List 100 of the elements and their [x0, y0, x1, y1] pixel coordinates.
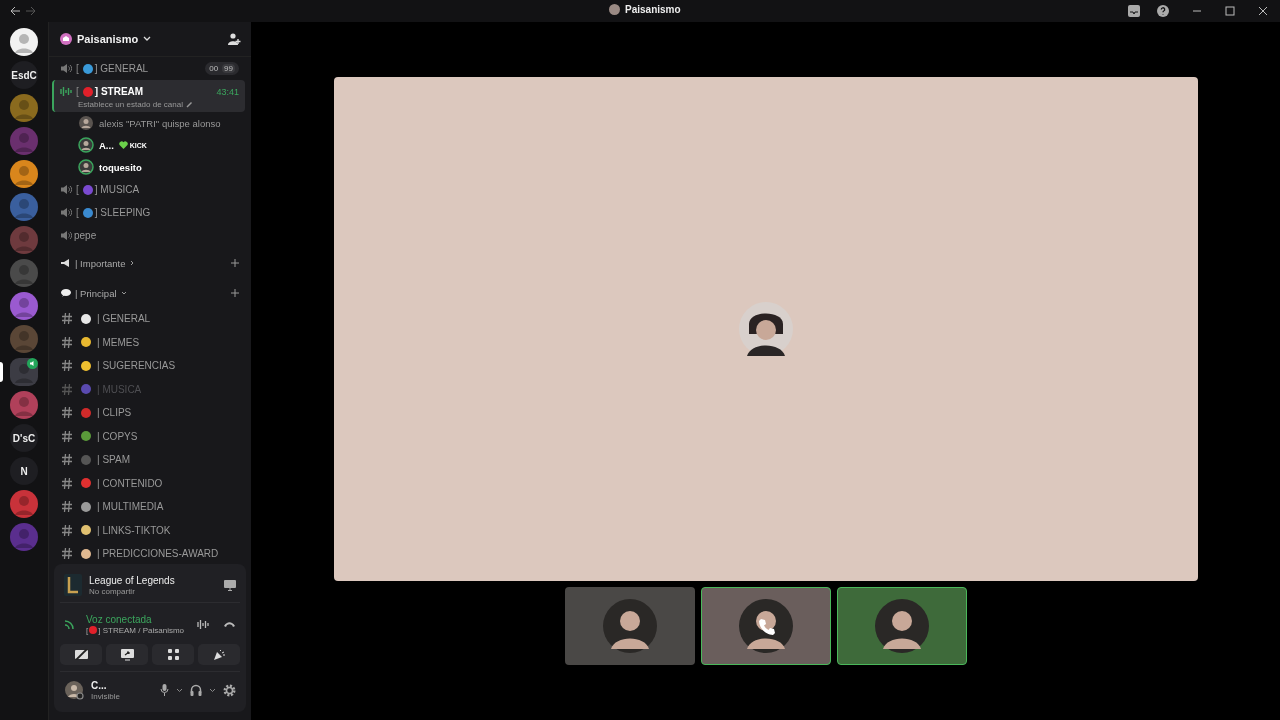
- bracket: [: [76, 207, 79, 218]
- chevron-down-icon[interactable]: [120, 290, 127, 296]
- camera-off-button[interactable]: [60, 644, 102, 665]
- soundboard-button[interactable]: [198, 644, 240, 665]
- voice-channel[interactable]: [ ] STREAM 43:41 Establece un estado de canal: [52, 80, 245, 112]
- avatar: [609, 4, 620, 15]
- help-icon[interactable]: [1157, 5, 1169, 17]
- channel-name: ] STREAM: [94, 86, 144, 97]
- member-name[interactable]: alexis "PATRI" quispe alonso: [99, 117, 221, 129]
- server-icon[interactable]: D'sC: [10, 424, 38, 452]
- text-channel[interactable]: | MULTIMEDIA: [49, 495, 251, 519]
- hash-icon: [62, 383, 72, 395]
- maximize-icon[interactable]: [1225, 6, 1235, 16]
- channel-name: ] MUSICA: [94, 184, 140, 195]
- settings-icon[interactable]: [223, 683, 236, 697]
- text-channel[interactable]: | SUGERENCIAS: [49, 354, 251, 378]
- game-icon: [64, 574, 82, 596]
- screen-share-button[interactable]: [106, 644, 148, 665]
- hash-icon: [62, 430, 72, 442]
- text-channel[interactable]: | GENERAL: [49, 307, 251, 331]
- channel-name: ] SLEEPING: [94, 207, 151, 218]
- elapsed-time: 43:41: [216, 86, 239, 97]
- participant-tile[interactable]: [836, 587, 967, 665]
- video-tile[interactable]: [333, 77, 1198, 581]
- pencil-icon[interactable]: [185, 101, 193, 108]
- category-name[interactable]: | Principal: [75, 287, 117, 299]
- voice-status[interactable]: Voz conectada: [86, 613, 185, 625]
- soundboard-icon: [213, 648, 225, 661]
- user-limit: 00 99: [205, 62, 239, 75]
- game-name: League of Legends: [89, 574, 175, 586]
- voice-channel[interactable]: [ ] GENERAL 00 99: [54, 57, 245, 80]
- hash-icon: [62, 548, 72, 560]
- voice-channel-path[interactable]: ] STREAM / Paisanismo: [98, 625, 185, 635]
- avatar: [738, 599, 793, 653]
- hash-icon: [62, 501, 72, 513]
- connection-icon: [64, 618, 76, 630]
- back-forward-icon[interactable]: [10, 6, 36, 16]
- bracket: [: [86, 625, 89, 635]
- headphones-icon[interactable]: [190, 684, 202, 696]
- participant-tile[interactable]: [700, 587, 831, 665]
- screen-share-icon[interactable]: [224, 579, 236, 591]
- text-channel[interactable]: | MEMES: [49, 330, 251, 354]
- hash-icon: [62, 313, 72, 325]
- text-channel[interactable]: | CLIPS: [49, 401, 251, 425]
- speaker-icon: [60, 63, 72, 74]
- hash-icon: [62, 454, 72, 466]
- voice-channel[interactable]: [ ] SLEEPING: [54, 201, 245, 224]
- speech-bubble-icon: [61, 289, 71, 297]
- channel-name: ] GENERAL: [94, 63, 149, 74]
- user-name: C...: [91, 679, 108, 691]
- microphone-icon[interactable]: [160, 684, 169, 696]
- server-icon[interactable]: [10, 358, 38, 386]
- hash-icon: [62, 407, 72, 419]
- hash-icon: [62, 336, 72, 348]
- server-badge-icon: [60, 33, 72, 45]
- hash-icon: [62, 477, 72, 489]
- add-member-icon[interactable]: [228, 33, 241, 45]
- close-icon[interactable]: [1258, 6, 1268, 16]
- speaker-icon: [60, 207, 72, 218]
- channel-status[interactable]: Establece un estado de canal: [78, 100, 183, 109]
- participant-tile[interactable]: [564, 587, 695, 665]
- heart-icon: [118, 141, 128, 149]
- text-channel[interactable]: | PREDICCIONES-AWARD: [49, 542, 251, 566]
- category-name[interactable]: | Importante: [75, 257, 126, 269]
- avatar: [874, 599, 929, 653]
- member-name[interactable]: A...: [99, 139, 114, 151]
- window-title: Paisanismo: [625, 4, 681, 15]
- text-channel[interactable]: | COPYS: [49, 424, 251, 448]
- hang-up-icon[interactable]: [223, 620, 236, 628]
- bracket: [: [76, 184, 79, 195]
- text-channel[interactable]: | SPAM: [49, 448, 251, 472]
- soundwave-icon[interactable]: [197, 618, 209, 630]
- soundwave-icon: [60, 86, 72, 97]
- text-channel[interactable]: | CONTENIDO: [49, 471, 251, 495]
- screen-share-icon: [120, 648, 134, 661]
- bracket: [: [76, 86, 79, 97]
- server-icon[interactable]: [10, 160, 38, 188]
- bracket: [: [76, 63, 79, 74]
- avatar: [602, 599, 657, 653]
- activities-button[interactable]: [152, 644, 194, 665]
- text-channel[interactable]: | LINKS-TIKTOK: [49, 518, 251, 542]
- user-status: Invisible: [91, 691, 120, 701]
- server-icon[interactable]: N: [10, 457, 38, 485]
- inbox-icon[interactable]: [1128, 5, 1140, 17]
- emoji-icon: [89, 626, 98, 634]
- speaker-icon: [60, 230, 72, 241]
- chevron-right-icon[interactable]: [129, 260, 135, 266]
- server-icon[interactable]: [10, 28, 38, 56]
- hash-icon: [62, 524, 72, 536]
- avatar: [738, 302, 793, 356]
- plus-icon[interactable]: [231, 289, 239, 297]
- plus-icon[interactable]: [231, 259, 239, 267]
- avatar[interactable]: [64, 680, 84, 700]
- voice-channel[interactable]: [ ] MUSICA: [54, 178, 245, 201]
- member-name[interactable]: toquesito: [99, 161, 142, 173]
- voice-channel[interactable]: pepe: [54, 224, 245, 247]
- channel-name: pepe: [74, 230, 97, 241]
- server-name[interactable]: Paisanismo: [77, 33, 139, 45]
- server-icon[interactable]: EsdC: [10, 61, 38, 89]
- grid-icon: [167, 648, 179, 661]
